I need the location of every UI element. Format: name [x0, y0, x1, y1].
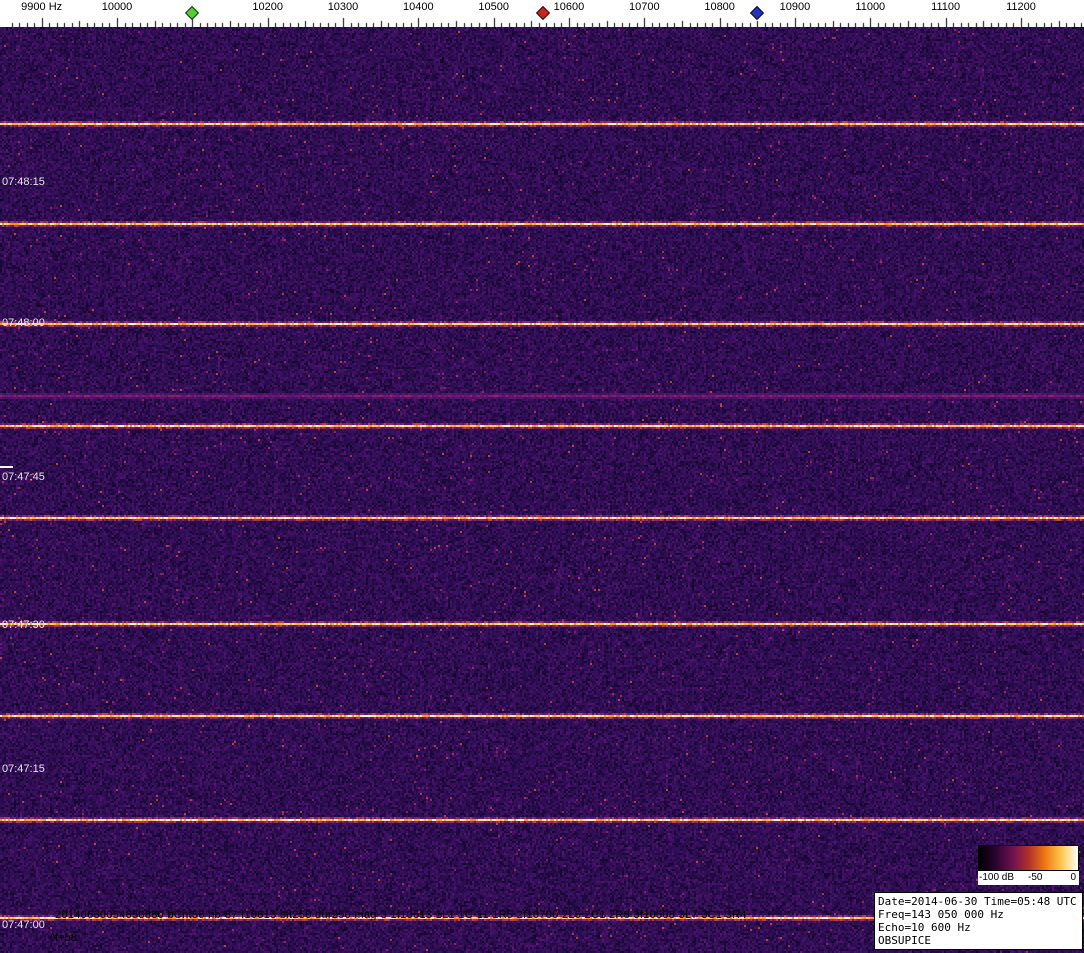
event-annotation-text: 20140630054658880 bCnt56 nb-87 f10613 bi… [55, 909, 747, 921]
colorbar-legend: -100 dB -50 0 [978, 845, 1079, 885]
spectrogram-app: 9900 Hz 10000 10200 10300 10400 10500 10600 107… [0, 0, 1084, 953]
colorbar-labels: -100 dB -50 0 [978, 871, 1079, 885]
freq-tick-label: 11200 [1006, 1, 1036, 13]
freq-tick-label: 10700 [629, 1, 660, 13]
freq-tick-label: 11000 [855, 1, 885, 13]
time-axis-label: 07:48:00 [2, 317, 45, 329]
freq-tick-label: 10000 [102, 1, 133, 13]
info-station: OBSUPICE [878, 934, 1079, 947]
freq-tick-label: 10300 [328, 1, 359, 13]
freq-tick-label: 10800 [704, 1, 735, 13]
time-axis-label: 07:47:00 [2, 919, 45, 931]
info-echo: Echo=10 600 Hz [878, 921, 1079, 934]
time-axis-label: 07:48:15 [2, 176, 45, 188]
colorbar-label-max: 0 [1070, 872, 1076, 883]
frequency-axis: 9900 Hz 10000 10200 10300 10400 10500 10600 107… [0, 0, 1084, 27]
time-axis-label: 07:47:30 [2, 619, 45, 631]
colorbar-gradient [978, 845, 1079, 871]
freq-tick-label: 10400 [403, 1, 434, 13]
freq-tick-label: 10600 [554, 1, 585, 13]
freq-tick-label: 10200 [252, 1, 283, 13]
spectrogram-canvas [0, 27, 1084, 953]
freq-tick-label: 10500 [478, 1, 509, 13]
colorbar-label-min: -100 dB [979, 872, 1014, 883]
status-info-box: Date=2014-06-30 Time=05:48 UTC Freq=143 … [874, 892, 1083, 950]
time-offset-note: ^t+58 [50, 932, 77, 944]
colorbar-label-mid: -50 [1028, 872, 1042, 883]
info-frequency: Freq=143 050 000 Hz [878, 908, 1079, 921]
freq-tick-label: 9900 Hz [21, 1, 62, 13]
time-axis-tick [0, 466, 13, 468]
time-axis-label: 07:47:45 [2, 471, 45, 483]
info-date-time: Date=2014-06-30 Time=05:48 UTC [878, 895, 1079, 908]
time-axis-label: 07:47:15 [2, 763, 45, 775]
freq-tick-label: 11100 [931, 1, 960, 13]
freq-tick-label: 10900 [780, 1, 811, 13]
